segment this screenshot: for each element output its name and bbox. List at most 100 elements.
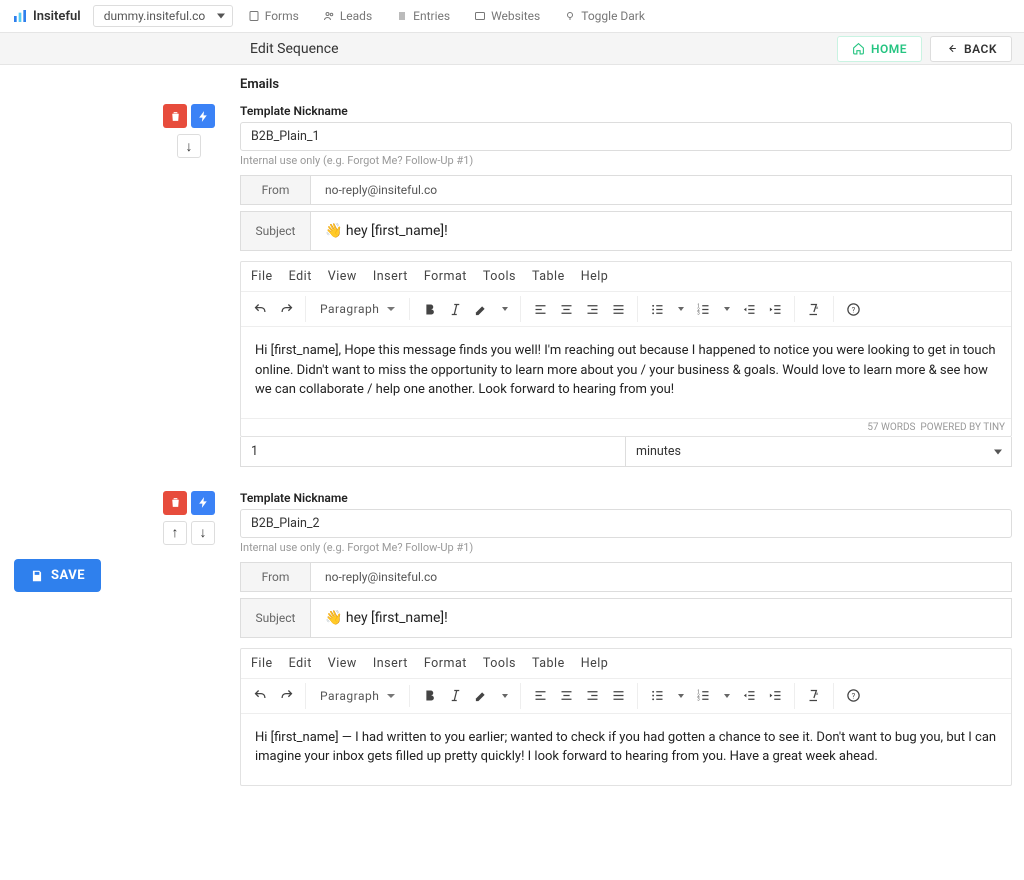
- align-center-button[interactable]: [553, 683, 579, 709]
- align-justify-button[interactable]: [605, 683, 631, 709]
- pen-icon: [474, 302, 489, 317]
- indent-button[interactable]: [762, 296, 788, 322]
- bold-button[interactable]: [416, 296, 442, 322]
- textcolor-button[interactable]: [468, 683, 494, 709]
- brand-text: Insiteful: [33, 9, 81, 24]
- delay-value-input[interactable]: [240, 437, 626, 467]
- nav-leads-label: Leads: [340, 9, 372, 23]
- menu-file[interactable]: File: [251, 269, 273, 284]
- align-right-button[interactable]: [579, 296, 605, 322]
- menu-tools[interactable]: Tools: [483, 269, 516, 284]
- number-icon: [696, 302, 711, 317]
- menu-edit[interactable]: Edit: [289, 656, 312, 671]
- menu-help[interactable]: Help: [581, 269, 609, 284]
- align-justify-icon: [611, 688, 626, 703]
- nav-entries-label: Entries: [413, 9, 450, 23]
- italic-button[interactable]: [442, 296, 468, 322]
- editor-toolbar: Paragraph: [241, 679, 1011, 714]
- home-button[interactable]: HOME: [837, 36, 922, 62]
- menu-tools[interactable]: Tools: [483, 656, 516, 671]
- nav-toggle-dark[interactable]: Toggle Dark: [555, 9, 654, 23]
- subject-input[interactable]: [310, 598, 1012, 638]
- save-button[interactable]: SAVE: [14, 559, 101, 592]
- save-button-label: SAVE: [51, 568, 85, 583]
- nickname-input[interactable]: [240, 122, 1012, 151]
- align-justify-button[interactable]: [605, 296, 631, 322]
- menu-table[interactable]: Table: [532, 269, 565, 284]
- number-list-button[interactable]: [690, 296, 716, 322]
- editor-body[interactable]: Hi [first_name] — I had written to you e…: [241, 714, 1011, 785]
- menu-help[interactable]: Help: [581, 656, 609, 671]
- from-label: From: [240, 562, 310, 592]
- move-down-button[interactable]: ↓: [191, 521, 215, 545]
- undo-button[interactable]: [247, 683, 273, 709]
- help-button[interactable]: [840, 296, 866, 322]
- powered-by: POWERED BY TINY: [920, 422, 1005, 433]
- menu-insert[interactable]: Insert: [373, 656, 408, 671]
- align-right-button[interactable]: [579, 683, 605, 709]
- clear-format-button[interactable]: [801, 296, 827, 322]
- textcolor-menu[interactable]: [494, 683, 514, 709]
- move-up-button[interactable]: ↑: [163, 521, 187, 545]
- italic-button[interactable]: [442, 683, 468, 709]
- secondary-bar: Edit Sequence HOME BACK: [0, 33, 1024, 65]
- number-list-menu[interactable]: [716, 683, 736, 709]
- align-left-button[interactable]: [527, 296, 553, 322]
- paragraph-select[interactable]: Paragraph: [312, 298, 403, 320]
- paragraph-select[interactable]: Paragraph: [312, 685, 403, 707]
- textcolor-button[interactable]: [468, 296, 494, 322]
- nickname-input[interactable]: [240, 509, 1012, 538]
- move-down-button[interactable]: ↓: [177, 134, 201, 158]
- bullet-list-button[interactable]: [644, 683, 670, 709]
- delay-unit-select[interactable]: minutes: [626, 437, 1012, 467]
- align-left-button[interactable]: [527, 683, 553, 709]
- test-button[interactable]: [191, 491, 215, 515]
- clear-format-icon: [807, 302, 822, 317]
- subject-input[interactable]: [310, 211, 1012, 251]
- nav-forms[interactable]: Forms: [239, 9, 308, 23]
- redo-button[interactable]: [273, 683, 299, 709]
- menu-view[interactable]: View: [328, 269, 357, 284]
- nav-websites[interactable]: Websites: [465, 9, 549, 23]
- trash-icon: [169, 496, 182, 509]
- align-left-icon: [533, 302, 548, 317]
- clear-format-button[interactable]: [801, 683, 827, 709]
- entries-icon: [396, 10, 408, 22]
- number-list-button[interactable]: [690, 683, 716, 709]
- undo-button[interactable]: [247, 296, 273, 322]
- bolt-icon: [197, 496, 210, 509]
- delete-button[interactable]: [163, 491, 187, 515]
- menu-edit[interactable]: Edit: [289, 269, 312, 284]
- help-button[interactable]: [840, 683, 866, 709]
- domain-select[interactable]: dummy.insiteful.co: [93, 5, 233, 27]
- menu-insert[interactable]: Insert: [373, 269, 408, 284]
- nav-entries[interactable]: Entries: [387, 9, 459, 23]
- test-button[interactable]: [191, 104, 215, 128]
- outdent-button[interactable]: [736, 683, 762, 709]
- outdent-button[interactable]: [736, 296, 762, 322]
- editor-body[interactable]: Hi [first_name], Hope this message finds…: [241, 327, 1011, 418]
- menu-file[interactable]: File: [251, 656, 273, 671]
- menu-table[interactable]: Table: [532, 656, 565, 671]
- delete-button[interactable]: [163, 104, 187, 128]
- redo-button[interactable]: [273, 296, 299, 322]
- menu-view[interactable]: View: [328, 656, 357, 671]
- bullet-list-menu[interactable]: [670, 683, 690, 709]
- number-icon: [696, 688, 711, 703]
- bold-button[interactable]: [416, 683, 442, 709]
- brand[interactable]: Insiteful: [12, 8, 81, 24]
- menu-format[interactable]: Format: [424, 656, 467, 671]
- textcolor-menu[interactable]: [494, 296, 514, 322]
- number-list-menu[interactable]: [716, 296, 736, 322]
- align-center-icon: [559, 688, 574, 703]
- align-center-button[interactable]: [553, 296, 579, 322]
- rich-editor: File Edit View Insert Format Tools Table…: [240, 261, 1012, 437]
- menu-format[interactable]: Format: [424, 269, 467, 284]
- back-button[interactable]: BACK: [930, 36, 1012, 62]
- nav-leads[interactable]: Leads: [314, 9, 381, 23]
- bullet-list-menu[interactable]: [670, 296, 690, 322]
- bullet-list-button[interactable]: [644, 296, 670, 322]
- indent-button[interactable]: [762, 683, 788, 709]
- align-center-icon: [559, 302, 574, 317]
- home-icon: [852, 42, 865, 55]
